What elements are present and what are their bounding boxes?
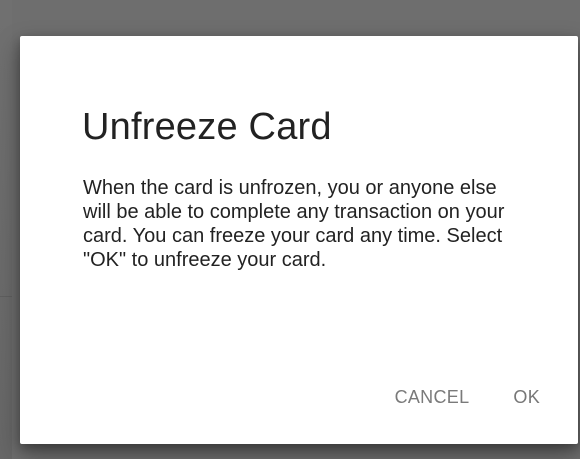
background-page-edge — [0, 0, 12, 459]
cancel-button[interactable]: CANCEL — [395, 386, 470, 408]
unfreeze-card-dialog: Unfreeze Card When the card is unfrozen,… — [20, 36, 578, 444]
dialog-actions: CANCEL OK — [395, 386, 540, 408]
ok-button[interactable]: OK — [513, 386, 540, 408]
background-divider — [0, 296, 12, 297]
dialog-title: Unfreeze Card — [82, 106, 332, 148]
dialog-message: When the card is unfrozen, you or anyone… — [83, 177, 505, 271]
